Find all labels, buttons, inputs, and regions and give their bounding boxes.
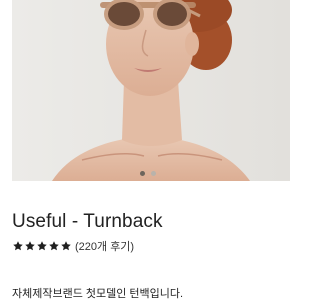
carousel-dot-1[interactable] bbox=[140, 171, 145, 176]
carousel-indicator bbox=[140, 171, 156, 176]
product-rating[interactable]: (220개 후기) bbox=[12, 239, 134, 253]
product-page: Useful - Turnback (220개 후기) 자체제작브랜드 첫모델인… bbox=[0, 0, 300, 300]
star-icon bbox=[61, 241, 71, 251]
product-photo[interactable] bbox=[12, 0, 290, 181]
review-count[interactable]: (220개 후기) bbox=[75, 238, 134, 254]
star-icon bbox=[25, 241, 35, 251]
model-photo-illustration bbox=[12, 0, 290, 181]
star-icon bbox=[37, 241, 47, 251]
star-icon bbox=[13, 241, 23, 251]
star-icon bbox=[49, 241, 59, 251]
star-rating bbox=[12, 240, 72, 252]
product-title: Useful - Turnback bbox=[12, 211, 163, 232]
carousel-dot-2[interactable] bbox=[151, 171, 156, 176]
product-description: 자체제작브랜드 첫모델인 턴백입니다. bbox=[12, 288, 184, 300]
